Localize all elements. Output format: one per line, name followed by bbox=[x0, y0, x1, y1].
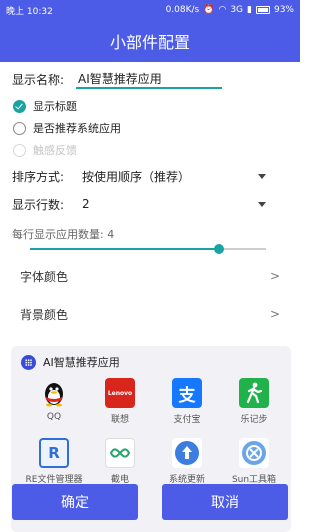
app-name: 乐记步 bbox=[240, 415, 268, 425]
app-lenovo[interactable]: Lenovo 联想 bbox=[89, 378, 151, 425]
sort-select[interactable]: 排序方式: 按使用顺序（推荐） bbox=[12, 166, 282, 186]
network-type: 3G bbox=[230, 5, 244, 15]
font-color-label: 字体颜色 bbox=[20, 269, 69, 284]
app-qq[interactable]: QQ bbox=[23, 378, 85, 422]
alipay-icon: 支 bbox=[172, 378, 202, 408]
network-speed: 0.08K/s bbox=[165, 5, 200, 15]
app-name: QQ bbox=[46, 412, 62, 422]
re-file-icon: R bbox=[39, 438, 69, 468]
lenovo-icon: Lenovo bbox=[105, 378, 135, 408]
app-lejibu[interactable]: 乐记步 bbox=[223, 378, 285, 425]
show-title-label: 显示标题 bbox=[33, 100, 77, 113]
qq-penguin-icon bbox=[39, 378, 69, 408]
dropdown-caret-icon[interactable] bbox=[258, 201, 266, 207]
walking-icon bbox=[239, 378, 269, 408]
sun-tools-icon bbox=[239, 438, 269, 468]
battery-icon bbox=[255, 6, 270, 14]
rows-label: 显示行数: bbox=[12, 197, 65, 212]
status-bar: 晚上 10:32 0.08K/s ⏰ ◠ 3G ▮ 93% bbox=[0, 0, 300, 20]
bg-color-label: 背景颜色 bbox=[20, 307, 69, 322]
app-name: 联想 bbox=[110, 415, 129, 425]
battery-level: 93% bbox=[273, 5, 294, 15]
status-time: 晚上 10:32 bbox=[6, 6, 53, 17]
slider-thumb[interactable] bbox=[213, 244, 224, 254]
show-title-checkbox[interactable]: 显示标题 bbox=[13, 98, 77, 114]
recommend-system-apps-label: 是否推荐系统应用 bbox=[33, 122, 121, 135]
slider-fill bbox=[30, 248, 219, 250]
display-name-input[interactable] bbox=[76, 69, 222, 89]
widget-header: AI智慧推荐应用 bbox=[21, 354, 120, 370]
chevron-right-icon: > bbox=[269, 307, 280, 321]
chevron-right-icon: > bbox=[269, 269, 280, 283]
app-name: 支付宝 bbox=[173, 415, 201, 425]
haptic-feedback-checkbox: 触感反馈 bbox=[13, 142, 77, 158]
apps-per-row-slider[interactable] bbox=[30, 244, 266, 254]
recommend-system-apps-checkbox[interactable]: 是否推荐系统应用 bbox=[13, 120, 121, 136]
wifi-icon: ◠ bbox=[218, 5, 227, 15]
display-name-label: 显示名称: bbox=[12, 72, 65, 87]
app-grid-icon bbox=[21, 354, 36, 370]
checkbox-disabled-icon bbox=[13, 143, 26, 157]
widget-title: AI智慧推荐应用 bbox=[43, 356, 120, 369]
bg-color-row[interactable]: 背景颜色 > bbox=[0, 296, 300, 332]
rows-value[interactable]: 2 bbox=[82, 197, 258, 211]
checkbox-checked-icon[interactable] bbox=[13, 99, 26, 113]
app-system-update[interactable]: 系统更新 bbox=[156, 438, 218, 485]
rows-select[interactable]: 显示行数: 2 bbox=[12, 194, 282, 214]
sort-value[interactable]: 按使用顺序（推荐） bbox=[82, 168, 258, 185]
display-name-row: 显示名称: bbox=[12, 68, 288, 90]
app-re-file-manager[interactable]: R RE文件管理器 bbox=[23, 438, 85, 485]
confirm-button[interactable]: 确定 bbox=[12, 484, 138, 520]
cancel-button[interactable]: 取消 bbox=[162, 484, 288, 520]
app-alipay[interactable]: 支 支付宝 bbox=[156, 378, 218, 425]
sort-label: 排序方式: bbox=[12, 169, 65, 184]
title-bar: 小部件配置 bbox=[0, 20, 300, 62]
clock-icon: ⏰ bbox=[203, 5, 215, 15]
font-color-row[interactable]: 字体颜色 > bbox=[0, 258, 300, 294]
page-title: 小部件配置 bbox=[109, 33, 190, 52]
checkbox-unchecked-icon[interactable] bbox=[13, 121, 26, 135]
dropdown-caret-icon[interactable] bbox=[258, 173, 266, 179]
infinity-icon bbox=[105, 438, 135, 468]
app-sun-toolbox[interactable]: Sun工具箱 bbox=[223, 438, 285, 485]
haptic-feedback-label: 触感反馈 bbox=[33, 144, 77, 157]
update-icon bbox=[172, 438, 202, 468]
signal-icon: ▮ bbox=[247, 5, 252, 15]
apps-per-row-label: 每行显示应用数量: 4 bbox=[12, 228, 115, 241]
app-jiedian[interactable]: 截电 bbox=[89, 438, 151, 485]
